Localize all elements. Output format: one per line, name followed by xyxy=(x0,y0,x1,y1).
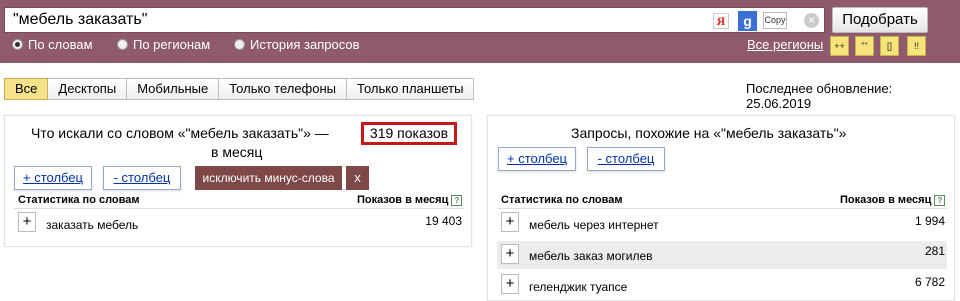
word-link[interactable]: заказать мебель xyxy=(46,218,138,232)
left-panel-title-suffix: в месяц xyxy=(211,144,263,160)
help-icon[interactable]: ? xyxy=(451,195,463,206)
word-link[interactable]: геленджик туапсе xyxy=(529,280,627,294)
help-icon[interactable]: ? xyxy=(934,195,946,206)
table-row: + мебель через интернет 1 994 xyxy=(497,211,947,239)
left-panel: Что искали со словом «"мебель заказать"»… xyxy=(4,115,472,247)
yandex-icon[interactable]: Я xyxy=(713,13,729,29)
shows-count: 19 403 xyxy=(425,214,462,228)
add-word-button[interactable]: + xyxy=(501,244,519,264)
all-regions-link[interactable]: Все регионы xyxy=(747,37,823,52)
device-tabs: Все Десктопы Мобильные Только телефоны Т… xyxy=(4,78,475,100)
tab-phones-only[interactable]: Только телефоны xyxy=(218,78,348,100)
add-word-button[interactable]: + xyxy=(501,212,519,232)
shows-count: 1 994 xyxy=(914,214,945,228)
submit-button[interactable]: Подобрать xyxy=(832,7,928,33)
tab-all[interactable]: Все xyxy=(4,78,49,100)
word-link[interactable]: мебель заказ могилев xyxy=(529,249,653,263)
col-header-shows: Показов в месяц? xyxy=(840,194,946,206)
col-header-shows: Показов в месяц? xyxy=(357,194,463,206)
table-row: + заказать мебель 19 403 xyxy=(14,211,464,239)
col-header-words: Статистика по словам xyxy=(18,194,140,206)
search-query[interactable]: "мебель заказать" xyxy=(13,11,147,29)
mode-history[interactable]: История запросов xyxy=(234,37,360,52)
right-panel-title: Запросы, похожие на «"мебель заказать"» xyxy=(571,125,847,141)
radio-icon[interactable] xyxy=(234,39,245,50)
add-word-button[interactable]: + xyxy=(501,274,519,294)
table-row: + мебель заказ могилев 281 xyxy=(497,241,947,269)
add-column-button[interactable]: + столбец xyxy=(14,166,92,190)
operator-quotes-button[interactable]: "" xyxy=(855,36,874,56)
mode-by-regions[interactable]: По регионам xyxy=(117,37,210,52)
mode-label: История запросов xyxy=(250,37,360,52)
last-update: Последнее обновление: 25.06.2019 xyxy=(746,81,893,111)
operator-brackets-button[interactable]: [] xyxy=(880,36,899,56)
shows-count: 281 xyxy=(924,244,945,258)
right-panel: Запросы, похожие на «"мебель заказать"» … xyxy=(487,115,955,301)
search-input[interactable]: "мебель заказать" Я g Copy × xyxy=(4,7,825,33)
remove-column-button[interactable]: - столбец xyxy=(103,166,181,190)
copy-button[interactable]: Copy xyxy=(763,12,787,29)
total-shows: 319 показов xyxy=(361,122,457,145)
add-column-button[interactable]: + столбец xyxy=(498,147,576,171)
shows-count: 6 782 xyxy=(914,275,945,289)
radio-icon[interactable] xyxy=(117,39,128,50)
mode-label: По регионам xyxy=(133,37,211,52)
radio-selected-icon[interactable] xyxy=(12,39,23,50)
operator-exclaim-button[interactable]: !! xyxy=(907,36,926,56)
divider xyxy=(497,208,947,209)
exclude-minus-words-button[interactable]: исключить минус-слова xyxy=(195,166,342,190)
tab-mobile[interactable]: Мобильные xyxy=(126,78,220,100)
operator-plus-button[interactable]: ++ xyxy=(830,36,849,56)
clear-icon[interactable]: × xyxy=(804,13,819,28)
word-link[interactable]: мебель через интернет xyxy=(529,218,659,232)
search-header: "мебель заказать" Я g Copy × Подобрать П… xyxy=(0,0,960,63)
exclude-close-button[interactable]: x xyxy=(346,166,369,190)
add-word-button[interactable]: + xyxy=(18,212,36,232)
col-header-words: Статистика по словам xyxy=(501,194,623,206)
remove-column-button[interactable]: - столбец xyxy=(587,147,665,171)
tab-tablets-only[interactable]: Только планшеты xyxy=(346,78,475,100)
google-icon[interactable]: g xyxy=(738,11,757,31)
tab-desktops[interactable]: Десктопы xyxy=(47,78,128,100)
divider xyxy=(14,208,464,209)
table-row: + геленджик туапсе 6 782 xyxy=(497,271,947,299)
mode-by-words[interactable]: По словам xyxy=(12,37,93,52)
mode-label: По словам xyxy=(28,37,93,52)
left-panel-title: Что искали со словом «"мебель заказать"»… xyxy=(31,125,329,141)
